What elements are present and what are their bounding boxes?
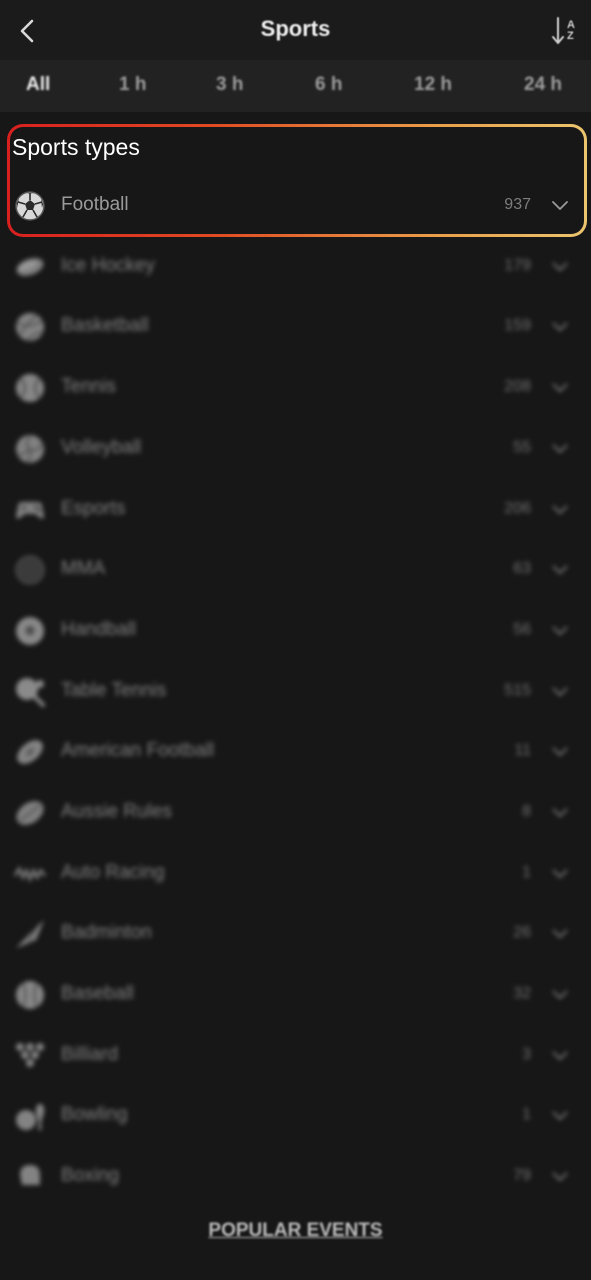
sport-row-billiard[interactable]: Billiard 3 [0, 1029, 591, 1083]
tab-all[interactable]: All [26, 74, 50, 96]
boxing-icon [20, 1165, 40, 1185]
chevron-down-icon[interactable] [551, 926, 569, 940]
badminton-icon [16, 920, 44, 948]
tab-1h[interactable]: 1 h [119, 74, 146, 96]
sport-count: 79 [513, 1167, 531, 1184]
sport-name: Badminton [61, 922, 152, 943]
sport-name: MMA [61, 558, 106, 579]
sport-name: Esports [61, 498, 126, 519]
chevron-down-icon[interactable] [551, 380, 569, 394]
sport-row-ice-hockey[interactable]: Ice Hockey 179 [0, 240, 591, 294]
section-title: Sports types [12, 134, 140, 160]
tab-24h[interactable]: 24 h [524, 74, 562, 96]
tab-3h[interactable]: 3 h [216, 74, 243, 96]
popular-events-link[interactable]: POPULAR EVENTS [0, 1220, 591, 1242]
sport-name: Billiard [61, 1044, 119, 1065]
tab-6h[interactable]: 6 h [315, 74, 342, 96]
sort-az-button[interactable]: A Z [543, 12, 583, 50]
sport-row-handball[interactable]: Handball 56 [0, 604, 591, 658]
sport-count: 32 [513, 985, 531, 1002]
sport-count: 206 [504, 500, 531, 517]
table-tennis-icon [16, 678, 45, 707]
sport-row-table-tennis[interactable]: Table Tennis 515 [0, 665, 591, 719]
sport-count: 56 [513, 621, 531, 638]
top-bar: Sports A Z [0, 0, 591, 60]
sport-name: Football [61, 194, 129, 215]
page-title: Sports [260, 16, 331, 41]
sport-row-auto-racing[interactable]: Auto Racing 1 [0, 847, 591, 901]
sport-name: Aussie Rules [61, 801, 172, 822]
chevron-down-icon[interactable] [551, 1048, 569, 1062]
sport-count: 8 [522, 803, 531, 820]
sport-row-american-football[interactable]: American Football 11 [0, 725, 591, 779]
sport-count: 3 [522, 1046, 531, 1063]
chevron-down-icon[interactable] [551, 866, 569, 880]
sport-count: 1 [522, 1106, 531, 1123]
sort-arrow-icon [552, 17, 565, 44]
sport-count: 55 [513, 439, 531, 456]
sport-name: Bowling [61, 1104, 128, 1125]
chevron-down-icon[interactable] [551, 198, 569, 212]
chevron-down-icon[interactable] [551, 441, 569, 455]
american-football-icon [17, 740, 43, 764]
mma-icon [15, 555, 45, 585]
chevron-down-icon[interactable] [551, 562, 569, 576]
sport-name: Boxing [61, 1165, 120, 1186]
bowling-icon [16, 1104, 45, 1130]
baseball-icon [16, 981, 44, 1009]
football-icon [15, 191, 45, 221]
sport-name: Handball [61, 619, 136, 640]
sport-name: Ice Hockey [61, 255, 155, 276]
sport-row-tennis[interactable]: Tennis 208 [0, 361, 591, 415]
handball-icon [16, 617, 44, 645]
chevron-down-icon[interactable] [551, 744, 569, 758]
billiard-icon [16, 1043, 44, 1067]
sport-name: Baseball [61, 983, 134, 1004]
sport-count: 1 [522, 864, 531, 881]
sport-name: Basketball [61, 315, 149, 336]
volleyball-icon [16, 434, 44, 464]
sport-name: Volleyball [61, 437, 142, 458]
sport-count: 515 [504, 682, 531, 699]
chevron-down-icon[interactable] [551, 805, 569, 819]
chevron-down-icon[interactable] [551, 259, 569, 273]
sport-count: 179 [504, 257, 531, 274]
chevron-down-icon[interactable] [551, 1108, 569, 1122]
aussie-rules-icon [16, 801, 44, 825]
footer-bar: POPULAR EVENTS [0, 1192, 591, 1280]
sport-row-bowling[interactable]: Bowling 1 [0, 1089, 591, 1143]
tennis-icon [16, 374, 44, 402]
sport-count: 11 [514, 742, 531, 759]
tab-12h[interactable]: 12 h [414, 74, 452, 96]
sport-row-football[interactable]: Football 937 [0, 179, 591, 233]
sport-row-mma[interactable]: MMA 63 [0, 543, 591, 597]
time-filter-tabs: All 1 h 3 h 6 h 12 h 24 h [0, 60, 591, 112]
sport-count: 26 [513, 924, 531, 941]
auto-racing-icon [14, 865, 46, 883]
basketball-icon [16, 313, 44, 342]
sport-count: 208 [504, 378, 531, 395]
chevron-down-icon[interactable] [551, 684, 569, 698]
chevron-down-icon[interactable] [551, 987, 569, 1001]
sport-row-baseball[interactable]: Baseball 32 [0, 968, 591, 1022]
ice-hockey-icon [16, 258, 44, 276]
sort-letter-bottom: Z [567, 30, 574, 42]
chevron-down-icon[interactable] [551, 623, 569, 637]
sport-row-volleyball[interactable]: Volleyball 55 [0, 422, 591, 476]
sport-count: 937 [504, 196, 531, 213]
chevron-down-icon[interactable] [551, 502, 569, 516]
sport-name: Auto Racing [61, 862, 165, 883]
sport-row-badminton[interactable]: Badminton 26 [0, 907, 591, 961]
gamepad-icon [16, 502, 44, 519]
sport-row-aussie-rules[interactable]: Aussie Rules 8 [0, 786, 591, 840]
sport-row-esports[interactable]: Esports 206 [0, 483, 591, 537]
chevron-down-icon[interactable] [551, 319, 569, 333]
sport-count: 63 [513, 560, 531, 577]
sport-count: 159 [504, 317, 531, 334]
chevron-down-icon[interactable] [551, 1169, 569, 1183]
sport-row-basketball[interactable]: Basketball 159 [0, 300, 591, 354]
sport-name: Table Tennis [61, 680, 167, 701]
sport-name: American Football [61, 740, 215, 761]
sport-name: Tennis [61, 376, 116, 397]
